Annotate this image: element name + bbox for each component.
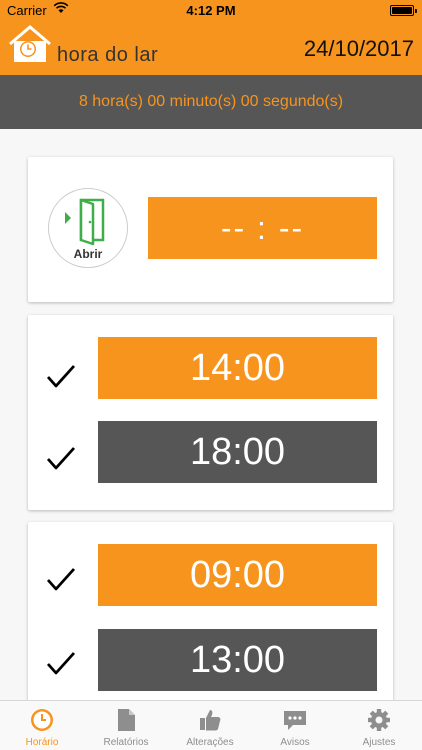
countdown-text: 8 hora(s) 00 minuto(s) 00 segundo(s) (78, 93, 344, 110)
check-icon[interactable] (46, 650, 76, 676)
door-card: Abrir -- : -- (28, 157, 393, 302)
clock-icon (30, 707, 54, 733)
countdown-bar: 8 hora(s) 00 minuto(s) 00 segundo(s) (0, 75, 422, 129)
tab-bar: Horário Relatórios Alterações Avisos Aju… (0, 700, 422, 750)
tab-label: Alterações (186, 737, 234, 748)
check-icon[interactable] (46, 566, 76, 592)
status-bar: Carrier 4:12 PM (0, 0, 422, 20)
schedule-time-entry[interactable]: 14:00 (98, 337, 377, 399)
door-icon (65, 198, 105, 246)
app-header: Carrier 4:12 PM hora do lar 24/10/2017 (0, 0, 422, 75)
house-clock-logo-icon (6, 24, 54, 64)
schedule-time-exit[interactable]: 13:00 (98, 629, 377, 691)
tab-label: Horário (25, 737, 59, 748)
open-door-button[interactable]: Abrir (48, 188, 128, 268)
status-time: 4:12 PM (186, 3, 236, 18)
chat-bubble-icon (283, 707, 307, 733)
battery-icon (390, 5, 417, 16)
check-icon[interactable] (46, 363, 76, 389)
open-door-label: Abrir (73, 247, 103, 261)
gear-icon (367, 707, 391, 733)
current-date: 24/10/2017 (303, 36, 414, 61)
tab-label: Avisos (280, 737, 310, 748)
schedule-card: 09:00 13:00 (28, 522, 393, 722)
thumbs-up-icon (198, 707, 222, 733)
tab-avisos[interactable]: Avisos (253, 701, 337, 750)
schedule-time-exit[interactable]: 18:00 (98, 421, 377, 483)
schedule-card: 14:00 18:00 (28, 315, 393, 510)
tab-alteracoes[interactable]: Alterações (168, 701, 252, 750)
door-time-display[interactable]: -- : -- (148, 197, 377, 259)
tab-label: Relatórios (103, 737, 149, 748)
tab-horario[interactable]: Horário (0, 701, 84, 750)
check-icon[interactable] (46, 445, 76, 471)
document-icon (114, 707, 138, 733)
tab-ajustes[interactable]: Ajustes (337, 701, 421, 750)
tab-relatorios[interactable]: Relatórios (84, 701, 168, 750)
schedule-time-entry[interactable]: 09:00 (98, 544, 377, 606)
app-logo-text: hora do lar (57, 44, 159, 66)
tab-label: Ajustes (362, 737, 396, 748)
